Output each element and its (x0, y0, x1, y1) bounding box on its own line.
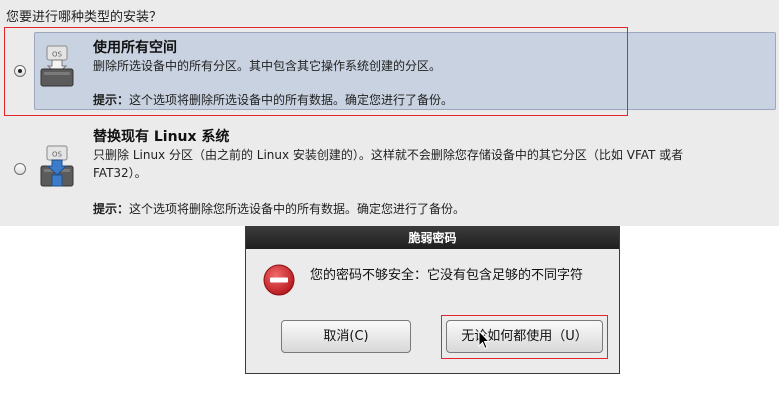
option-description: 只删除 Linux 分区（由之前的 Linux 安装创建的）。这样就不会删除您存… (93, 146, 733, 182)
error-icon (263, 264, 295, 296)
option-replace-linux[interactable]: OS 替换现有 Linux 系统 只删除 Linux 分区（由之前的 Linux… (0, 120, 779, 220)
mouse-cursor-icon (478, 330, 490, 350)
highlight-box-button (441, 315, 608, 359)
disk-replace-icon: OS (40, 145, 74, 187)
dialog-title: 脆弱密码 (246, 227, 619, 249)
option-description-line: 只删除 Linux 分区（由之前的 Linux 安装创建的）。这样就不会删除您存… (93, 148, 684, 162)
radio-replace-linux[interactable] (14, 163, 26, 175)
highlight-box-option (4, 27, 628, 116)
tip-label: 提示： (93, 202, 130, 216)
installation-question: 您要进行哪种类型的安装？ (6, 10, 163, 25)
cancel-button[interactable]: 取消(C) (281, 320, 411, 353)
option-description-line: FAT32）。 (93, 166, 147, 180)
tip-text: 这个选项将删除您所选设备中的所有数据。确定您进行了备份。 (129, 202, 466, 216)
option-title: 替换现有 Linux 系统 (93, 129, 230, 145)
option-tip: 提示：这个选项将删除您所选设备中的所有数据。确定您进行了备份。 (93, 200, 465, 217)
disk-label: OS (52, 151, 63, 159)
dialog-message: 您的密码不够安全：它没有包含足够的不同字符 (310, 268, 584, 283)
